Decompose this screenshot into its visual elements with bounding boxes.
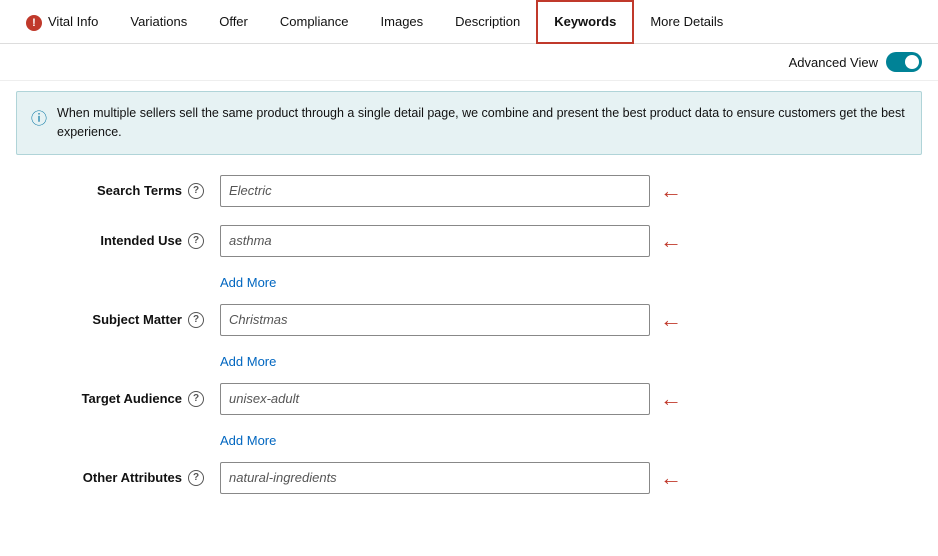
nav-item-keywords[interactable]: Keywords <box>536 0 634 44</box>
nav-item-compliance[interactable]: Compliance <box>264 0 365 44</box>
nav-item-variations[interactable]: Variations <box>114 0 203 44</box>
add-more-link-subject-matter[interactable]: Add More <box>220 354 276 369</box>
input-col-intended-use: ← <box>220 225 918 257</box>
error-icon: ! <box>26 13 42 31</box>
field-label-subject-matter: Subject Matter <box>92 312 182 327</box>
nav-item-label: Keywords <box>554 14 616 29</box>
field-label-intended-use: Intended Use <box>100 233 182 248</box>
advanced-view-bar: Advanced View <box>0 44 938 81</box>
info-icon: ⓘ <box>31 105 47 129</box>
nav-item-label: Offer <box>219 14 248 29</box>
arrow-indicator-intended-use: ← <box>660 228 682 254</box>
help-icon-other-attributes[interactable]: ? <box>188 470 204 486</box>
input-subject-matter[interactable] <box>220 304 650 336</box>
form-row-other-attributes: Other Attributes? ← <box>20 462 918 494</box>
nav-item-label: More Details <box>650 14 723 29</box>
input-target-audience[interactable] <box>220 383 650 415</box>
advanced-view-label: Advanced View <box>789 55 878 70</box>
input-col-other-attributes: ← <box>220 462 918 494</box>
add-more-row-target-audience: Add More <box>20 433 918 448</box>
nav-item-more-details[interactable]: More Details <box>634 0 739 44</box>
nav-item-label: Variations <box>130 14 187 29</box>
label-col-other-attributes: Other Attributes? <box>20 462 220 486</box>
nav-item-label: Compliance <box>280 14 349 29</box>
nav-item-images[interactable]: Images <box>365 0 440 44</box>
label-col-target-audience: Target Audience? <box>20 383 220 407</box>
arrow-indicator-target-audience: ← <box>660 386 682 412</box>
arrow-indicator-search-terms: ← <box>660 178 682 204</box>
nav-item-description[interactable]: Description <box>439 0 536 44</box>
nav-item-label: Description <box>455 14 520 29</box>
label-col-intended-use: Intended Use? <box>20 225 220 249</box>
label-col-subject-matter: Subject Matter? <box>20 304 220 328</box>
input-other-attributes[interactable] <box>220 462 650 494</box>
nav-item-vital-info[interactable]: ! Vital Info <box>10 0 114 44</box>
form-row-search-terms: Search Terms? ← <box>20 175 918 207</box>
arrow-indicator-other-attributes: ← <box>660 465 682 491</box>
advanced-view-toggle[interactable] <box>886 52 922 72</box>
form-row-subject-matter: Subject Matter? ← <box>20 304 918 336</box>
field-label-target-audience: Target Audience <box>82 391 182 406</box>
form-row-target-audience: Target Audience? ← <box>20 383 918 415</box>
form-row-intended-use: Intended Use? ← <box>20 225 918 257</box>
help-icon-target-audience[interactable]: ? <box>188 391 204 407</box>
add-more-row-intended-use: Add More <box>20 275 918 290</box>
input-col-target-audience: ← <box>220 383 918 415</box>
info-banner-text: When multiple sellers sell the same prod… <box>57 104 907 142</box>
arrow-indicator-subject-matter: ← <box>660 307 682 333</box>
top-navigation: ! Vital Info Variations Offer Compliance Imag… <box>0 0 938 44</box>
nav-item-label: Images <box>381 14 424 29</box>
label-col-search-terms: Search Terms? <box>20 175 220 199</box>
field-label-other-attributes: Other Attributes <box>83 470 182 485</box>
info-banner: ⓘ When multiple sellers sell the same pr… <box>16 91 922 155</box>
field-label-search-terms: Search Terms <box>97 183 182 198</box>
input-col-search-terms: ← <box>220 175 918 207</box>
nav-item-offer[interactable]: Offer <box>203 0 264 44</box>
add-more-row-subject-matter: Add More <box>20 354 918 369</box>
input-search-terms[interactable] <box>220 175 650 207</box>
input-intended-use[interactable] <box>220 225 650 257</box>
help-icon-subject-matter[interactable]: ? <box>188 312 204 328</box>
help-icon-search-terms[interactable]: ? <box>188 183 204 199</box>
add-more-link-intended-use[interactable]: Add More <box>220 275 276 290</box>
keywords-form: Search Terms?←Intended Use?←Add MoreSubj… <box>0 165 938 532</box>
help-icon-intended-use[interactable]: ? <box>188 233 204 249</box>
nav-item-label: Vital Info <box>48 14 98 29</box>
add-more-link-target-audience[interactable]: Add More <box>220 433 276 448</box>
input-col-subject-matter: ← <box>220 304 918 336</box>
